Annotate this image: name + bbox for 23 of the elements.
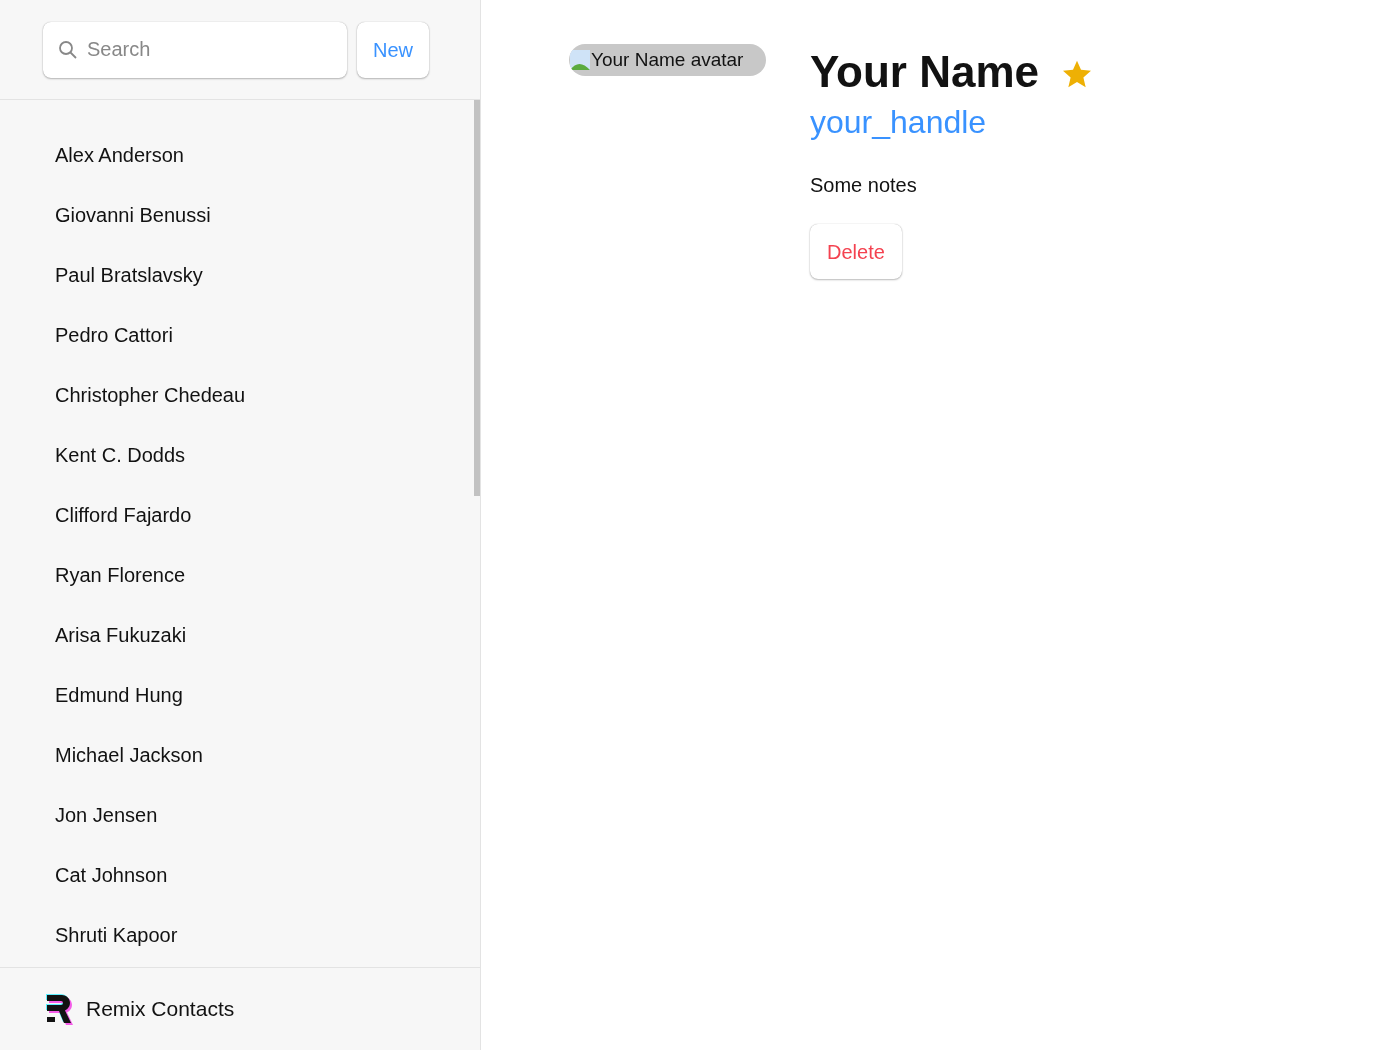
- contact-link[interactable]: Ryan Florence: [32, 545, 209, 605]
- contact-link[interactable]: Kent C. Dodds: [32, 425, 209, 485]
- contact-link[interactable]: Christopher Chedeau: [32, 365, 269, 425]
- broken-image-icon: [569, 48, 591, 72]
- contact-link[interactable]: Clifford Fajardo: [32, 485, 215, 545]
- delete-button[interactable]: Delete: [810, 224, 902, 279]
- app-title: Remix Contacts: [86, 996, 235, 1023]
- contact-name: Your Name: [810, 46, 1040, 98]
- contact-link[interactable]: Cat Johnson: [32, 845, 191, 905]
- contact-link[interactable]: Edmund Hung: [32, 665, 206, 725]
- contact-link[interactable]: Michael Jackson: [32, 725, 226, 785]
- contact-link[interactable]: Jon Jensen: [32, 785, 181, 845]
- logo-icon: [44, 992, 74, 1026]
- contact-link[interactable]: Pedro Cattori: [32, 305, 196, 365]
- contact-link[interactable]: Arisa Fukuzaki: [32, 605, 210, 665]
- contact-link[interactable]: Paul Bratslavsky: [32, 245, 226, 305]
- search-field[interactable]: Search: [43, 21, 347, 78]
- contact-link[interactable]: Alex Anderson: [32, 125, 207, 185]
- contact-link[interactable]: Giovanni Benussi: [32, 185, 234, 245]
- avatar-alt-text: Your Name avatar: [591, 47, 744, 72]
- search-icon: [58, 39, 78, 60]
- contact-notes: Some notes: [810, 173, 918, 198]
- contact-link[interactable]: Shruti Kapoor: [32, 905, 201, 965]
